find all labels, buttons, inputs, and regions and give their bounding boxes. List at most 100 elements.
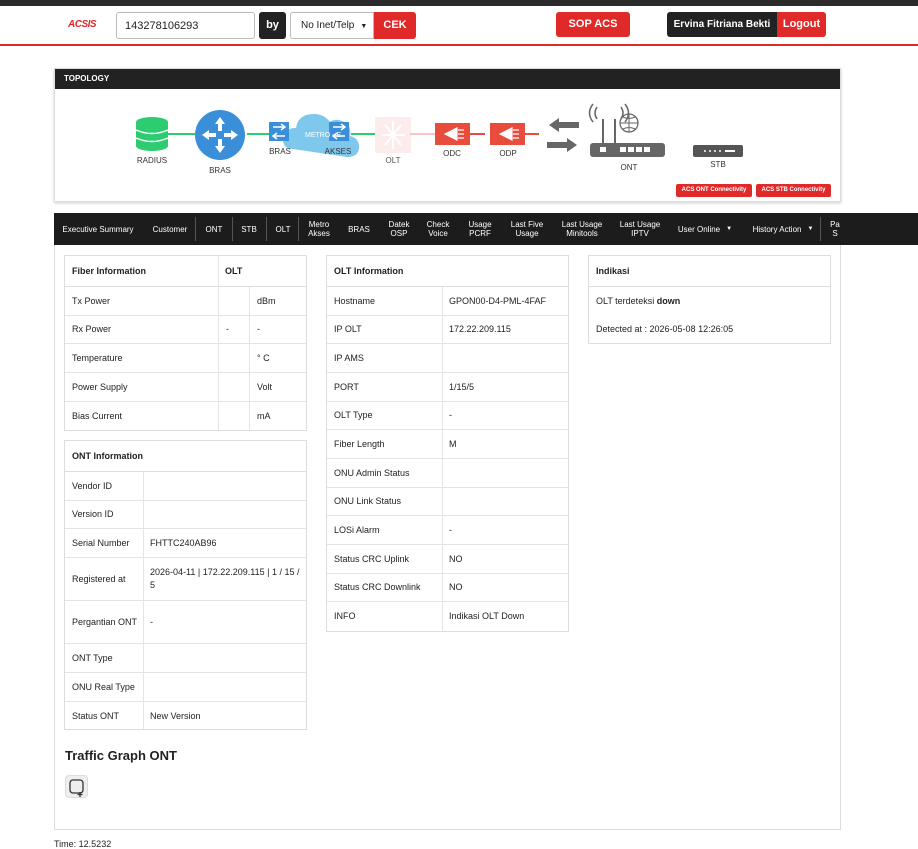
topology-title: TOPOLOGY bbox=[55, 69, 840, 89]
fiber-info-header: Fiber Information OLT bbox=[65, 256, 306, 287]
caret-down-icon: ▼ bbox=[807, 225, 814, 232]
tab-last-usage-minitools[interactable]: Last Usage Minitools bbox=[557, 213, 607, 245]
search-type-select[interactable]: No Inet/Telp ▼ bbox=[290, 12, 374, 39]
row-label: ONT Type bbox=[72, 652, 113, 663]
row-label: Status ONT bbox=[72, 710, 120, 721]
row-label: Tx Power bbox=[72, 295, 111, 306]
tab-user-online[interactable]: User Online ▼ bbox=[674, 213, 736, 245]
row-value: Indikasi OLT Down bbox=[449, 611, 525, 621]
user-name[interactable]: Ervina Fitriana Bekti bbox=[667, 12, 777, 37]
topology-panel: TOPOLOGY RADIUS BRAS METRO - E BRAS AKSE… bbox=[54, 68, 841, 202]
row-unit: dBm bbox=[257, 295, 276, 306]
logout-button[interactable]: Logout bbox=[777, 12, 826, 37]
tab-history-action-label: History Action bbox=[752, 224, 802, 234]
row-unit: ° C bbox=[257, 352, 270, 363]
row-label: Pergantian ONT bbox=[72, 616, 138, 627]
table-row: Bias Current mA bbox=[65, 402, 306, 430]
table-row: Status CRC Uplink NO bbox=[327, 545, 568, 574]
table-row: Power Supply Volt bbox=[65, 373, 306, 402]
table-row: IP AMS bbox=[327, 344, 568, 373]
search-input[interactable] bbox=[116, 12, 255, 39]
stb-label: STB bbox=[710, 160, 726, 169]
caret-down-icon: ▼ bbox=[726, 225, 733, 232]
ont-router-icon bbox=[588, 103, 665, 157]
sop-acs-button[interactable]: SOP ACS bbox=[556, 12, 630, 37]
add-graph-button[interactable] bbox=[65, 775, 88, 798]
chevron-down-icon: ▼ bbox=[360, 23, 368, 30]
row-label: Temperature bbox=[72, 352, 123, 363]
header-bar: ACSIS by No Inet/Telp ▼ CEK SOP ACS Ervin… bbox=[0, 6, 918, 46]
row-value: 172.22.209.115 bbox=[449, 324, 511, 334]
row-label: PORT bbox=[334, 381, 359, 392]
tab-datek-osp[interactable]: Datek OSP bbox=[382, 213, 416, 245]
indikasi-status-text: OLT terdeteksi down bbox=[596, 296, 680, 306]
nav-divider bbox=[820, 217, 821, 241]
row-label: IP AMS bbox=[334, 352, 364, 363]
row-unit: mA bbox=[257, 410, 271, 421]
row-label: INFO bbox=[334, 611, 356, 621]
radius-label: RADIUS bbox=[137, 156, 167, 165]
acs-ont-connectivity-button[interactable]: ACS ONT Connectivity bbox=[676, 184, 752, 197]
table-row: PORT 1/15/5 bbox=[327, 373, 568, 402]
acs-stb-connectivity-button[interactable]: ACS STB Connectivity bbox=[756, 184, 831, 197]
table-row: Tx Power dBm bbox=[65, 287, 306, 316]
table-row: ONU Link Status bbox=[327, 488, 568, 516]
tab-usage-pcrf[interactable]: Usage PCRF bbox=[462, 213, 498, 245]
olt-info-title: OLT Information bbox=[327, 256, 568, 287]
app-logo[interactable]: ACSIS bbox=[68, 19, 97, 30]
olt-node-icon bbox=[375, 117, 411, 153]
table-row: Version ID bbox=[65, 501, 306, 529]
row-label: Registered at bbox=[72, 573, 126, 584]
row-value bbox=[219, 402, 230, 430]
indikasi-card: Indikasi OLT terdeteksi down Detected at… bbox=[588, 255, 831, 344]
row-label: Serial Number bbox=[72, 537, 130, 548]
tab-history-action[interactable]: History Action ▼ bbox=[746, 213, 820, 245]
row-value: GPON00-D4-PML-4FAF bbox=[449, 295, 547, 306]
odp-label: ODP bbox=[499, 149, 516, 158]
row-value: - bbox=[449, 524, 452, 535]
row-label: Vendor ID bbox=[72, 480, 113, 491]
tab-last-usage-iptv[interactable]: Last Usage IPTV bbox=[615, 213, 665, 245]
bras-switch-icon bbox=[269, 122, 289, 141]
tab-user-online-label: User Online bbox=[677, 224, 721, 234]
tab-metro-akses[interactable]: Metro Akses bbox=[302, 213, 336, 245]
bras-router-icon bbox=[195, 110, 245, 160]
nav-divider bbox=[266, 217, 267, 241]
tab-executive-summary[interactable]: Executive Summary bbox=[60, 213, 136, 245]
odc-node-icon bbox=[435, 123, 470, 145]
tab-customer[interactable]: Customer bbox=[148, 213, 192, 245]
tab-ont[interactable]: ONT bbox=[198, 213, 230, 245]
odc-label: ODC bbox=[443, 149, 461, 158]
traffic-graph-title: Traffic Graph ONT bbox=[65, 748, 177, 763]
tab-olt[interactable]: OLT bbox=[268, 213, 298, 245]
check-button[interactable]: CEK bbox=[374, 12, 416, 39]
row-value bbox=[219, 344, 230, 372]
row-label: Status CRC Uplink bbox=[334, 553, 410, 564]
row-label: ONU Real Type bbox=[72, 681, 135, 692]
fiber-info-title: Fiber Information bbox=[72, 266, 146, 276]
exchange-arrows-icon bbox=[547, 118, 579, 152]
tab-check-voice[interactable]: Check Voice bbox=[421, 213, 455, 245]
table-row: Pergantian ONT - bbox=[65, 601, 306, 644]
tab-truncated[interactable]: Pa S bbox=[827, 213, 843, 245]
row-label: OLT Type bbox=[334, 410, 373, 420]
tab-last-five-usage[interactable]: Last Five Usage bbox=[504, 213, 550, 245]
row-value: 1/15/5 bbox=[449, 381, 475, 392]
row-label: Bias Current bbox=[72, 410, 123, 421]
row-value bbox=[143, 673, 306, 701]
tab-stb[interactable]: STB bbox=[234, 213, 264, 245]
table-row: ONT Type bbox=[65, 644, 306, 673]
akses-label: AKSES bbox=[325, 147, 352, 156]
row-value bbox=[143, 472, 306, 500]
row-label: Hostname bbox=[334, 295, 376, 306]
row-value: - bbox=[449, 410, 452, 420]
add-square-icon bbox=[69, 779, 84, 797]
nav-divider bbox=[232, 217, 233, 241]
row-label: Power Supply bbox=[72, 381, 128, 392]
ont-label: ONT bbox=[621, 163, 638, 172]
ont-info-card: ONT Information Vendor ID Version ID Ser… bbox=[64, 440, 307, 730]
nav-divider bbox=[195, 217, 196, 241]
table-row: LOSi Alarm - bbox=[327, 516, 568, 545]
tab-bras[interactable]: BRAS bbox=[342, 213, 376, 245]
table-row: Registered at 2026-04-11 | 172.22.209.115… bbox=[65, 558, 306, 601]
